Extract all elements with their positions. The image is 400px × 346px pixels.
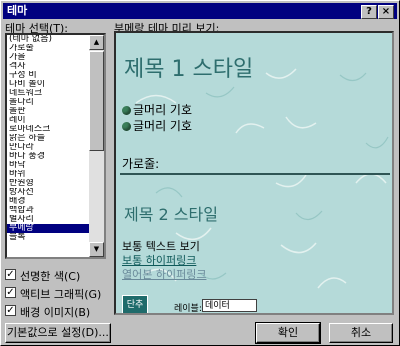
preview-heading-2: 제목 2 스타일 <box>124 205 218 224</box>
theme-list[interactable]: (테마 없음) 가로줄 가을 격자 구성 비 나비 놀이 네트워크 돌다리 돌판 레이 로마네스크 맑… <box>5 33 106 259</box>
theme-list-scrollbar[interactable]: ▲ ▼ <box>89 35 104 257</box>
theme-list-item[interactable]: 나비 놀이 <box>7 80 91 89</box>
window-title: 테마 <box>7 4 28 17</box>
preview-field-label: 레이블: <box>174 304 202 314</box>
active-graphics-label: 액티브 그래픽(G) <box>20 288 102 301</box>
theme-list-item[interactable]: 배경 <box>7 197 91 206</box>
preview-button[interactable]: 단추 <box>122 295 148 313</box>
vivid-colors-label: 선명한 색(C) <box>20 270 81 283</box>
bullet-icon <box>122 106 131 115</box>
preview-visited-hyperlink[interactable]: 열어본 하이퍼링크 <box>122 266 206 282</box>
theme-list-item[interactable]: 방사선 <box>7 188 91 197</box>
theme-list-item[interactable]: 블록 <box>7 233 91 242</box>
preview-bullet-2: 글머리 기호 <box>122 117 192 134</box>
theme-list-item[interactable]: 돌다리 <box>7 98 91 107</box>
checkbox-check-icon[interactable]: ✓ <box>5 305 16 316</box>
theme-list-item[interactable]: 격자 <box>7 62 91 71</box>
theme-preview: 제목 1 스타일 글머리 기호 글머리 기호 가로줄: 제목 2 스타일 보통 … <box>114 31 394 315</box>
theme-list-item[interactable]: 만다라 <box>7 143 91 152</box>
theme-list-item[interactable]: 가을 <box>7 53 91 62</box>
theme-list-item[interactable]: (테마 없음) <box>7 35 91 44</box>
theme-list-item[interactable]: 맑은 하늘 <box>7 134 91 143</box>
theme-list-item[interactable]: 부메랑 <box>7 224 91 233</box>
bullet-icon <box>122 122 131 131</box>
preview-bullet-1: 글머리 기호 <box>122 101 192 118</box>
preview-hr-label: 가로줄: <box>122 157 160 171</box>
background-image-label: 배경 이미지(B) <box>20 306 91 319</box>
preview-field-input[interactable]: 데이터 <box>202 299 257 312</box>
theme-list-item[interactable]: 반원형 <box>7 179 91 188</box>
theme-list-item[interactable]: 네트워크 <box>7 89 91 98</box>
set-default-button[interactable]: 기본값으로 설정(D)... <box>5 323 111 343</box>
scroll-up-icon[interactable]: ▲ <box>89 35 104 50</box>
theme-list-item[interactable]: 별자리 <box>7 215 91 224</box>
theme-list-item[interactable]: 바위 <box>7 170 91 179</box>
help-button[interactable]: ? <box>361 5 377 19</box>
theme-list-item[interactable]: 바닥 <box>7 161 91 170</box>
theme-list-items: (테마 없음) 가로줄 가을 격자 구성 비 나비 놀이 네트워크 돌다리 돌판 레이 로마네스크 맑… <box>7 35 91 242</box>
theme-list-item[interactable]: 바다 풍경 <box>7 152 91 161</box>
checkbox-check-icon[interactable]: ✓ <box>5 287 16 298</box>
theme-list-item[interactable]: 로마네스크 <box>7 125 91 134</box>
title-bar[interactable]: 테마 ? × <box>3 3 397 19</box>
checkbox-check-icon[interactable]: ✓ <box>5 269 16 280</box>
scroll-thumb[interactable] <box>89 51 104 151</box>
theme-list-item[interactable]: 구성 비 <box>7 71 91 80</box>
theme-list-item[interactable]: 백합과 <box>7 206 91 215</box>
theme-list-item[interactable]: 레이 <box>7 116 91 125</box>
ok-button[interactable]: 확인 <box>255 322 321 344</box>
theme-list-item[interactable]: 돌판 <box>7 107 91 116</box>
scroll-down-icon[interactable]: ▼ <box>89 242 104 257</box>
theme-dialog: 테마 ? × 테마 선택(T): (테마 없음) 가로줄 가을 격자 구성 비 나비 놀이… <box>0 0 400 346</box>
preview-heading-1: 제목 1 스타일 <box>124 57 254 82</box>
theme-list-item[interactable]: 가로줄 <box>7 44 91 53</box>
close-button[interactable]: × <box>378 5 394 19</box>
preview-horizontal-rule <box>120 173 390 175</box>
cancel-button[interactable]: 취소 <box>329 323 393 343</box>
